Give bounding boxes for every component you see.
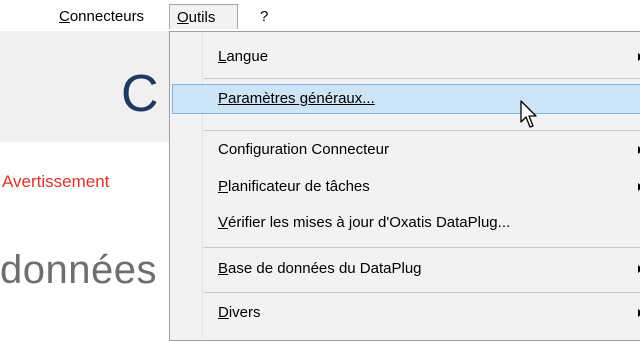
menu-separator [204,247,640,248]
outils-dropdown-menu: Langue Paramètres généraux... Configurat… [169,31,640,341]
menu-item-base-mnemonic: B [218,260,229,277]
menu-outils-label: utils [188,9,216,26]
warning-label: Avertissement [2,172,110,191]
section-heading-fragment: données [0,248,157,292]
menu-connecteurs-label: onnecteurs [69,8,145,25]
page-title-fragment: C [121,65,159,123]
menu-item-base-de-donnees[interactable]: Base de données du DataPlug [172,254,640,284]
menu-help[interactable]: ? [253,4,275,29]
menu-item-parametres-mnemonic: P [218,90,229,107]
menu-item-parametres-label: aramètres généraux... [228,90,375,107]
menu-item-langue-label: angue [226,48,269,65]
menu-item-planificateur-label: lanificateur de tâches [228,178,370,195]
menu-connecteurs[interactable]: Connecteurs [52,4,151,29]
menu-outils-mnemonic: O [177,9,189,26]
menu-item-verifier-mises-a-jour[interactable]: Vérifier les mises à jour d'Oxatis DataP… [172,208,640,238]
menu-help-label: ? [260,8,269,25]
menu-item-verifier-label: érifier les mises à jour d'Oxatis DataPl… [228,214,511,231]
menu-bar: Connecteurs ? [0,0,640,31]
menu-item-verifier-mnemonic: V [218,214,229,231]
menu-separator [204,130,640,131]
menu-item-configuration-connecteur[interactable]: Configuration Connecteur [172,135,640,165]
menu-item-planificateur-mnemonic: P [218,178,229,195]
menu-item-langue[interactable]: Langue [172,42,640,72]
menu-separator [204,78,640,79]
menu-separator [204,292,640,293]
menu-item-planificateur[interactable]: Planificateur de tâches [172,172,640,202]
menu-item-divers-label: ivers [228,304,261,321]
menu-item-configuration-label: Configuration Connecteur [218,141,389,158]
menu-connecteurs-mnemonic: C [59,8,70,25]
menu-outils[interactable]: Outils [169,4,238,29]
mouse-pointer-icon [520,100,537,128]
menu-item-divers[interactable]: Divers [172,298,640,328]
menu-item-divers-mnemonic: D [218,304,229,321]
menu-item-base-label: ase de données du DataPlug [228,260,422,277]
menu-item-parametres-generaux[interactable]: Paramètres généraux... [172,84,640,114]
